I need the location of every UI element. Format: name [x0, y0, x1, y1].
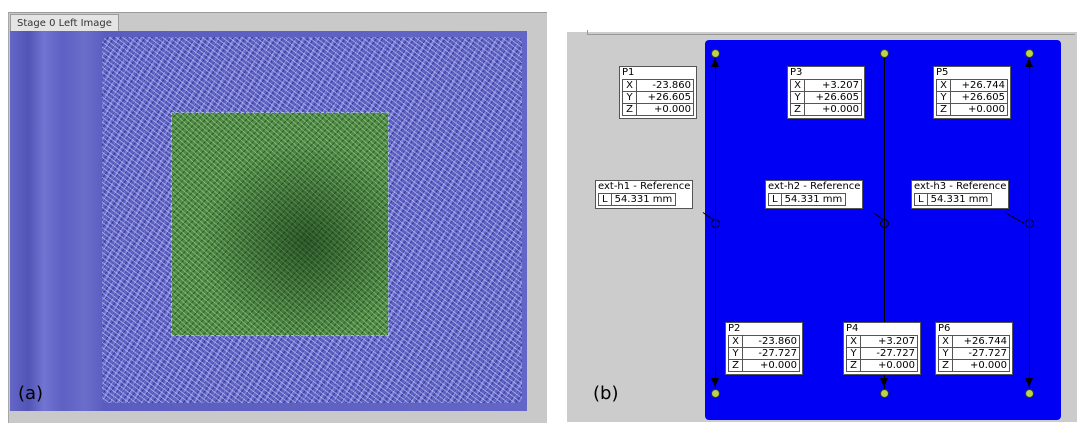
point-label-p1[interactable]: P1 X -23.860 Y +26.605 Z +0.000	[619, 66, 697, 119]
x-axis-label: X	[622, 79, 637, 92]
point-marker-p6[interactable]	[1025, 389, 1034, 398]
reference-name: ext-h2 - Reference	[768, 181, 861, 192]
z-value: +0.000	[804, 103, 862, 116]
x-value: +3.207	[860, 335, 918, 348]
z-value: +0.000	[860, 359, 918, 372]
length-label: L	[914, 193, 928, 206]
point-name: P1	[622, 67, 635, 78]
length-label: L	[768, 193, 782, 206]
z-axis-label: Z	[938, 359, 953, 372]
y-value: +26.605	[636, 91, 694, 104]
y-value: +26.605	[804, 91, 862, 104]
y-axis-label: Y	[622, 91, 637, 104]
y-axis-label: Y	[936, 91, 951, 104]
panel-b-caption: (b)	[593, 383, 619, 404]
reference-label-ext-h2[interactable]: ext-h2 - Reference L 54.331 mm	[765, 180, 864, 209]
x-axis-label: X	[728, 335, 743, 348]
point-name: P6	[938, 323, 951, 334]
x-value: +26.744	[952, 335, 1010, 348]
panel-a-caption: (a)	[18, 383, 44, 404]
x-value: +26.744	[950, 79, 1008, 92]
point-marker-p4[interactable]	[880, 389, 889, 398]
point-marker-p3[interactable]	[880, 49, 889, 58]
midpoint-ring-2[interactable]	[880, 219, 889, 228]
y-axis-label: Y	[938, 347, 953, 360]
x-axis-label: X	[790, 79, 805, 92]
reference-label-ext-h1[interactable]: ext-h1 - Reference L 54.331 mm	[595, 180, 694, 209]
point-name: P2	[728, 323, 741, 334]
point-marker-p2[interactable]	[711, 389, 720, 398]
y-value: -27.727	[952, 347, 1010, 360]
z-axis-label: Z	[728, 359, 743, 372]
z-axis-label: Z	[936, 103, 951, 116]
y-axis-label: Y	[790, 91, 805, 104]
area-of-interest-overlay[interactable]	[171, 112, 389, 336]
y-value: -27.727	[860, 347, 918, 360]
x-axis-label: X	[938, 335, 953, 348]
speckle-image	[10, 31, 527, 411]
z-value: +0.000	[742, 359, 800, 372]
z-axis-label: Z	[622, 103, 637, 116]
x-value: +3.207	[804, 79, 862, 92]
length-value: 54.331 mm	[610, 193, 677, 206]
panel-b: P1 X -23.860 Y +26.605 Z +0.000 P3 X +3.207 …	[565, 0, 1080, 425]
reference-label-ext-h3[interactable]: ext-h3 - Reference L 54.331 mm	[911, 180, 1010, 209]
point-label-p5[interactable]: P5 X +26.744 Y +26.605 Z +0.000	[933, 66, 1011, 119]
y-axis-label: Y	[846, 347, 861, 360]
point-name: P5	[936, 67, 949, 78]
reference-name: ext-h1 - Reference	[598, 181, 691, 192]
z-axis-label: Z	[846, 359, 861, 372]
viewport-border-line	[587, 34, 1075, 35]
arrow-up-icon	[711, 58, 719, 67]
x-axis-label: X	[936, 79, 951, 92]
z-value: +0.000	[952, 359, 1010, 372]
panel-a: Stage 0 Left Image (a)	[0, 0, 548, 425]
x-value: -23.860	[636, 79, 694, 92]
length-value: 54.331 mm	[926, 193, 993, 206]
point-marker-p5[interactable]	[1025, 49, 1034, 58]
z-value: +0.000	[636, 103, 694, 116]
tab-stage-0-left-image[interactable]: Stage 0 Left Image	[10, 14, 119, 32]
point-name: P4	[846, 323, 859, 334]
arrow-up-icon	[1025, 58, 1033, 67]
z-value: +0.000	[950, 103, 1008, 116]
x-value: -23.860	[742, 335, 800, 348]
arrow-down-icon	[880, 378, 888, 387]
y-value: +26.605	[950, 91, 1008, 104]
z-axis-label: Z	[790, 103, 805, 116]
point-label-p4[interactable]: P4 X +3.207 Y -27.727 Z +0.000	[843, 322, 921, 375]
point-marker-p1[interactable]	[711, 49, 720, 58]
y-axis-label: Y	[728, 347, 743, 360]
point-label-p3[interactable]: P3 X +3.207 Y +26.605 Z +0.000	[787, 66, 865, 119]
midpoint-ring-1[interactable]	[711, 219, 720, 228]
length-label: L	[598, 193, 612, 206]
point-label-p2[interactable]: P2 X -23.860 Y -27.727 Z +0.000	[725, 322, 803, 375]
midpoint-ring-3[interactable]	[1025, 219, 1034, 228]
y-value: -27.727	[742, 347, 800, 360]
x-axis-label: X	[846, 335, 861, 348]
arrow-down-icon	[711, 378, 719, 387]
point-name: P3	[790, 67, 803, 78]
reference-name: ext-h3 - Reference	[914, 181, 1007, 192]
length-value: 54.331 mm	[780, 193, 847, 206]
point-label-p6[interactable]: P6 X +26.744 Y -27.727 Z +0.000	[935, 322, 1013, 375]
arrow-down-icon	[1025, 378, 1033, 387]
